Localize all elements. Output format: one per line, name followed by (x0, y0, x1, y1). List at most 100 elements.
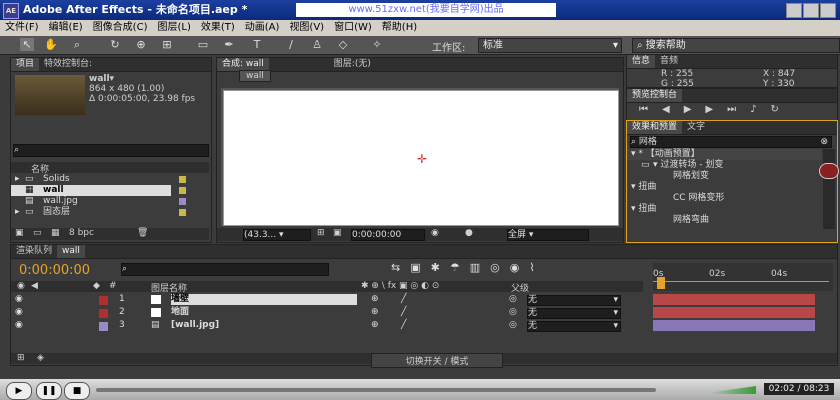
scroll-thumb[interactable] (819, 163, 839, 179)
menu-effect[interactable]: 效果(T) (201, 22, 235, 33)
pickwhip-icon[interactable]: ◎ (509, 320, 517, 331)
frame-blending-icon[interactable]: ▥ (470, 261, 490, 274)
column-layer-name[interactable]: 图层名称 (151, 281, 187, 294)
label-color-swatch[interactable] (179, 209, 186, 216)
list-item[interactable]: ▦ wall (11, 185, 171, 196)
toggle-modes-icon[interactable]: ◈ (37, 353, 44, 363)
new-folder-icon[interactable]: ▭ (33, 228, 42, 238)
shy-switch-icon[interactable]: ⊕ (371, 294, 379, 305)
label-color-swatch[interactable] (179, 176, 186, 183)
effects-scrollbar[interactable] (819, 149, 839, 229)
menu-view[interactable]: 视图(V) (289, 22, 324, 33)
first-frame-icon[interactable]: ⏮ (639, 104, 662, 115)
list-item[interactable]: ▤ wall.jpg (11, 196, 209, 207)
tab-character[interactable]: 文字 (682, 121, 710, 134)
safe-margins-icon[interactable]: ⊞ (317, 228, 325, 238)
menu-help[interactable]: 帮助(H) (382, 22, 417, 33)
mask-toggle-icon[interactable]: ▣ (333, 228, 342, 238)
interpret-footage-icon[interactable]: ▣ (15, 228, 24, 238)
quality-switch-icon[interactable]: ╱ (401, 307, 406, 318)
composition-mini-flowchart-icon[interactable]: ⇆ (391, 261, 410, 274)
layer-duration-bar[interactable] (653, 294, 815, 305)
menu-composition[interactable]: 图像合成(C) (93, 22, 148, 33)
time-ruler[interactable]: 0s 02s 04s (653, 263, 833, 291)
next-frame-icon[interactable]: ▶ (705, 104, 727, 115)
eye-icon[interactable]: ◉ (15, 307, 23, 318)
motion-blur-icon[interactable]: ◎ (490, 261, 510, 274)
tab-timeline-wall[interactable]: wall (57, 245, 85, 258)
play-icon[interactable]: ▶ (684, 104, 706, 115)
effects-item[interactable]: ▭ ▾ 过渡转场 - 划变 (627, 160, 821, 171)
shy-switch-icon[interactable]: ⊕ (371, 307, 379, 318)
pan-behind-tool-icon[interactable]: ⊞ (160, 38, 174, 51)
play-button[interactable]: ▶ (6, 382, 32, 400)
project-search-input[interactable]: ⌕ (13, 144, 209, 157)
anchor-point-icon[interactable]: ✛ (417, 152, 427, 166)
channels-icon[interactable]: ● (465, 228, 473, 238)
menu-layer[interactable]: 图层(L) (157, 22, 190, 33)
orbit-camera-tool-icon[interactable]: ⊕ (134, 38, 148, 51)
minimize-button[interactable] (786, 3, 802, 18)
effects-search-input[interactable]: ⌕ 网格 ⊗ (630, 136, 832, 148)
tab-effects-presets[interactable]: 效果和预置 (627, 121, 683, 134)
menu-animation[interactable]: 动画(A) (245, 22, 280, 33)
layer-duration-bar[interactable] (653, 320, 815, 331)
menu-window[interactable]: 窗口(W) (334, 22, 372, 33)
last-frame-icon[interactable]: ⏭ (727, 104, 750, 115)
tab-preview[interactable]: 预览控制台 (627, 89, 683, 102)
tab-project[interactable]: 项目 (11, 58, 40, 71)
brainstorm-icon[interactable]: ◉ (510, 261, 530, 274)
shy-icon[interactable]: ☂ (450, 261, 470, 274)
timeline-timecode[interactable]: 0:00:00:00 (19, 263, 90, 278)
bpc-label[interactable]: 8 bpc (69, 228, 94, 238)
rotate-tool-icon[interactable]: ↻ (108, 38, 122, 51)
tab-info[interactable]: 信息 (627, 55, 656, 68)
list-item[interactable]: ▸ ▭ 固态层 (11, 207, 209, 218)
search-help-input[interactable]: ⌕ 搜索帮助 (632, 38, 840, 53)
parent-select[interactable]: 无 ▾ (527, 295, 621, 306)
maximize-button[interactable] (803, 3, 819, 18)
tab-audio[interactable]: 音频 (655, 55, 683, 68)
playhead-icon[interactable] (657, 277, 665, 289)
quality-switch-icon[interactable]: ╱ (401, 320, 406, 331)
tab-layer[interactable]: 图层:(无) (329, 58, 376, 71)
menu-edit[interactable]: 编辑(E) (49, 22, 83, 33)
tab-effect-controls[interactable]: 特效控制台: (39, 58, 97, 71)
clone-stamp-tool-icon[interactable]: ♙ (310, 38, 324, 51)
table-row[interactable]: ◉ 3 ▤ [wall.jpg] ⊕ ╱ ◎ 无 ▾ (11, 320, 643, 332)
live-update-icon[interactable]: ▣ (410, 261, 430, 274)
label-color-swatch[interactable] (179, 187, 186, 194)
zoom-tool-icon[interactable]: ⌕ (70, 38, 84, 51)
effects-item[interactable]: 网格弯曲 (627, 215, 821, 226)
graph-editor-icon[interactable]: ⌇ (529, 261, 544, 274)
layer-name[interactable]: 地面 (171, 307, 189, 318)
viewer-timecode[interactable]: 0:00:00:00 (351, 229, 425, 241)
column-parent[interactable]: 父级 (511, 281, 529, 294)
layer-name[interactable]: 墙壁 (171, 294, 357, 305)
zoom-select[interactable]: (43.3... ▾ (243, 229, 311, 241)
eraser-tool-icon[interactable]: ◇ (336, 38, 350, 51)
layer-name[interactable]: [wall.jpg] (171, 320, 219, 331)
viewer-area[interactable]: ✛ (221, 88, 619, 226)
project-item-name[interactable]: wall▾ (89, 74, 114, 84)
quality-switch-icon[interactable]: ╱ (401, 294, 406, 305)
toggle-switches-modes-button[interactable]: 切换开关 / 模式 (371, 353, 503, 368)
label-color-swatch[interactable] (99, 296, 108, 305)
resolution-select[interactable]: 全屏 ▾ (507, 229, 589, 241)
effects-item[interactable]: ▾ 扭曲 (627, 182, 821, 193)
text-tool-icon[interactable]: T (250, 38, 264, 51)
effects-item[interactable]: ▾ * 【动画预置】 (627, 149, 821, 160)
stop-button[interactable]: ■ (64, 382, 90, 400)
rectangle-mask-tool-icon[interactable]: ▭ (196, 38, 210, 51)
trash-icon[interactable]: 🗑 (137, 228, 148, 238)
effects-item[interactable]: 网格划变 (627, 171, 821, 182)
snapshot-icon[interactable]: ◉ (431, 228, 439, 238)
draft-3d-icon[interactable]: ✱ (431, 261, 450, 274)
parent-select[interactable]: 无 ▾ (527, 321, 621, 332)
table-row[interactable]: ◉ 1 墙壁 ⊕ ╱ ◎ 无 ▾ (11, 294, 643, 306)
selection-tool-icon[interactable]: ↖ (20, 38, 34, 51)
label-color-swatch[interactable] (99, 322, 108, 331)
effects-item[interactable]: CC 网格变形 (627, 193, 821, 204)
toggle-switches-icon[interactable]: ⊞ (17, 353, 25, 363)
parent-select[interactable]: 无 ▾ (527, 308, 621, 319)
